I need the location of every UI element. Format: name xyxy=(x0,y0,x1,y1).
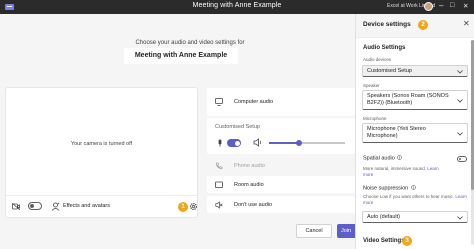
room-audio-option[interactable]: Room audio xyxy=(207,176,355,193)
dont-use-audio-option[interactable]: Don't use audio xyxy=(207,196,355,213)
spatial-audio-title: Spatial audio xyxy=(363,155,403,162)
custom-setup-label: Customised Setup xyxy=(215,124,260,130)
dont-use-audio-label: Don't use audio xyxy=(234,202,273,208)
spatial-audio-desc-text: More natural, immersive sound. xyxy=(363,166,427,171)
custom-setup-card: Customised Setup xyxy=(207,118,355,154)
meeting-title: Meeting with Anne Example xyxy=(124,48,238,64)
callout-badge-2: 2 xyxy=(418,20,428,30)
audio-devices-value: Customised Setup xyxy=(367,68,412,74)
noise-suppression-value: Auto (default) xyxy=(367,214,401,220)
room-audio-icon xyxy=(215,181,223,188)
spatial-audio-description: More natural, immersive sound. Learn mor… xyxy=(363,166,447,177)
volume-slider-fill xyxy=(269,142,300,144)
prejoin-prompt: Choose your audio and video settings for xyxy=(135,40,245,46)
noise-suppression-dropdown[interactable]: Auto (default) xyxy=(362,211,468,223)
chevron-down-icon xyxy=(457,70,463,74)
cancel-button[interactable]: Cancel xyxy=(296,224,332,238)
chevron-down-icon xyxy=(457,216,463,220)
phone-icon xyxy=(215,162,223,170)
microphone-label: Microphone xyxy=(363,116,387,121)
phone-audio-label: Phone audio xyxy=(234,163,265,169)
speaker-dropdown[interactable]: Speakers (Sonos Roam (SONOS B2F2)) (Blue… xyxy=(362,90,468,110)
noise-desc-text: Choose Low if you want others to hear mu… xyxy=(363,194,455,199)
speaker-off-icon xyxy=(215,201,223,209)
microphone-value: Microphone (Yeti Stereo Microphone) xyxy=(367,126,426,139)
close-window-button[interactable]: ✕ xyxy=(463,2,468,10)
device-settings-pane: Device settings 2 ✕ Audio Settings Audio… xyxy=(355,14,474,249)
title-bar: Meeting with Anne Example Excel at Work … xyxy=(0,0,474,14)
join-button[interactable]: Join xyxy=(337,224,355,238)
phone-audio-option[interactable]: Phone audio xyxy=(207,157,355,174)
close-icon[interactable]: ✕ xyxy=(463,19,470,28)
computer-icon xyxy=(215,98,223,106)
effects-and-avatars-button[interactable]: Effects and avatars xyxy=(63,203,110,209)
spatial-audio-label: Spatial audio xyxy=(363,155,395,162)
camera-toggle[interactable] xyxy=(28,202,42,210)
speaker-label: Speaker xyxy=(363,83,380,88)
noise-suppression-title: Noise suppression xyxy=(363,185,416,192)
chevron-down-icon xyxy=(457,132,463,136)
audio-devices-dropdown[interactable]: Customised Setup xyxy=(362,65,468,77)
video-settings-heading: Video Settings xyxy=(363,238,405,244)
info-icon[interactable] xyxy=(397,155,403,160)
computer-audio-label: Computer audio xyxy=(234,99,274,105)
volume-slider-thumb[interactable] xyxy=(296,140,303,146)
prejoin-stage: Choose your audio and video settings for… xyxy=(0,14,355,249)
microphone-dropdown[interactable]: Microphone (Yeti Stereo Microphone) xyxy=(362,123,468,143)
speaker-value: Speakers (Sonos Roam (SONOS B2F2)) (Blue… xyxy=(367,93,449,106)
computer-audio-option[interactable]: Computer audio xyxy=(207,88,355,116)
minimize-button[interactable]: – xyxy=(439,1,443,10)
camera-off-icon xyxy=(12,203,20,210)
device-settings-title: Device settings xyxy=(363,21,411,28)
chevron-down-icon xyxy=(457,99,463,103)
audio-settings-heading: Audio Settings xyxy=(363,45,406,51)
spatial-audio-toggle[interactable] xyxy=(457,156,467,162)
maximize-button[interactable]: □ xyxy=(450,2,454,9)
microphone-icon xyxy=(218,139,222,147)
callout-badge-3: 3 xyxy=(402,236,412,246)
device-settings-header: Device settings 2 ✕ xyxy=(356,14,474,38)
noise-suppression-description: Choose Low if you want others to hear mu… xyxy=(363,194,467,205)
avatar[interactable] xyxy=(424,2,433,11)
callout-badge-1: 1 xyxy=(178,202,188,212)
camera-preview: Your camera is turned off Effects and av… xyxy=(5,87,198,218)
effects-icon xyxy=(51,202,60,211)
volume-slider[interactable] xyxy=(269,140,345,146)
microphone-toggle[interactable] xyxy=(227,139,241,147)
room-audio-label: Room audio xyxy=(234,182,264,188)
info-icon[interactable] xyxy=(410,185,416,190)
camera-off-text: Your camera is turned off xyxy=(70,141,133,147)
speaker-icon xyxy=(253,138,261,147)
audio-options: Computer audio Customised Setup Phone au… xyxy=(207,88,355,216)
gear-icon[interactable] xyxy=(189,202,198,211)
noise-suppression-label: Noise suppression xyxy=(363,185,409,192)
camera-controls: Effects and avatars 1 xyxy=(6,195,198,217)
audio-devices-label: Audio devices xyxy=(363,57,392,62)
